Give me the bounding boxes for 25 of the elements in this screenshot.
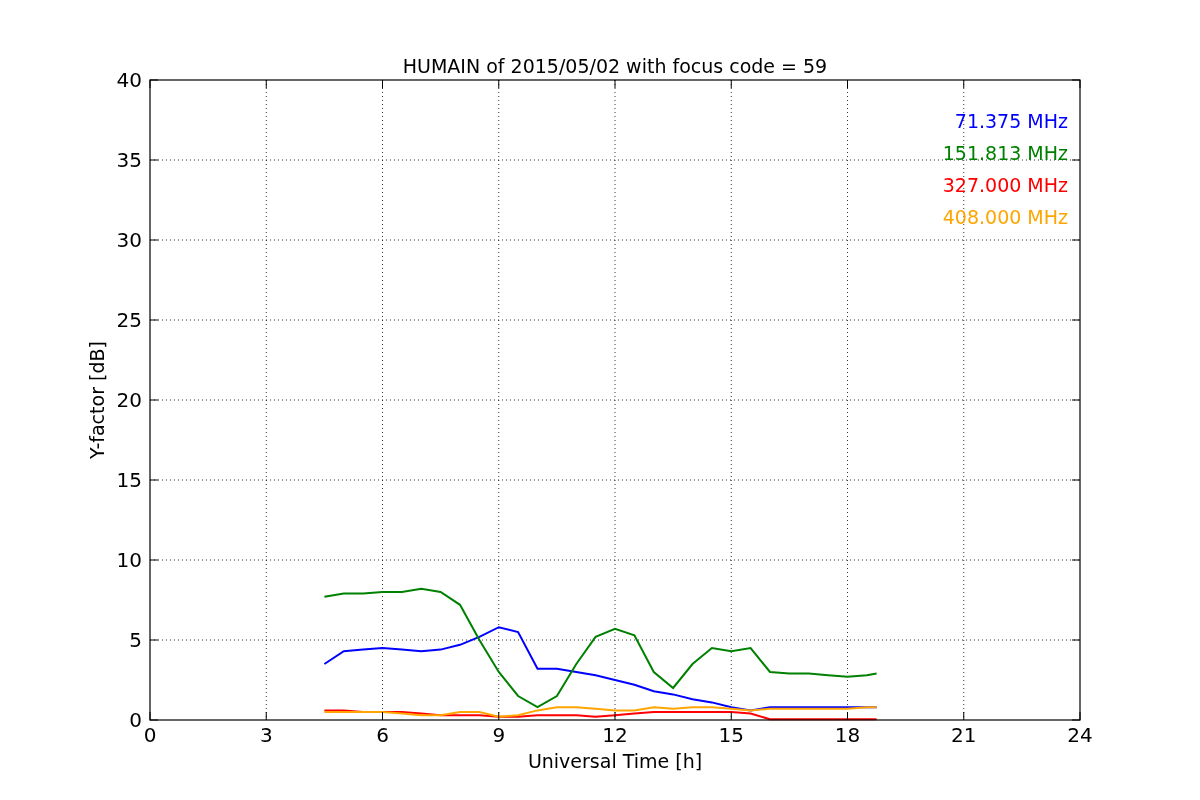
y-tick-label: 15 <box>116 468 142 492</box>
x-tick-label: 24 <box>1067 723 1093 747</box>
y-tick-label: 40 <box>116 68 142 92</box>
x-tick-label: 6 <box>376 723 389 747</box>
x-axis-label: Universal Time [h] <box>527 750 703 772</box>
chart-title: HUMAIN of 2015/05/02 with focus code = 59 <box>402 55 828 77</box>
y-tick-label: 0 <box>129 708 142 732</box>
x-tick-label: 12 <box>602 723 628 747</box>
x-tick-label: 9 <box>492 723 506 747</box>
y-tick-label: 20 <box>116 388 142 412</box>
y-axis-label: Y-factor [dB] <box>86 341 108 459</box>
x-tick-label: 21 <box>951 723 977 747</box>
legend-label: 408.000 MHz <box>942 206 1068 228</box>
y-tick-label: 10 <box>116 548 142 572</box>
x-tick-label: 0 <box>143 723 157 747</box>
y-tick-label: 25 <box>116 308 142 332</box>
y-tick-label: 30 <box>116 228 142 252</box>
legend-label: 327.000 MHz <box>942 174 1068 196</box>
y-tick-label: 35 <box>116 148 142 172</box>
y-tick-label: 5 <box>129 628 142 652</box>
x-tick-label: 15 <box>718 723 744 747</box>
x-tick-label: 18 <box>834 723 861 747</box>
x-tick-label: 3 <box>259 723 273 747</box>
legend-label: 71.375 MHz <box>954 110 1068 132</box>
legend-label: 151.813 MHz <box>942 142 1068 164</box>
